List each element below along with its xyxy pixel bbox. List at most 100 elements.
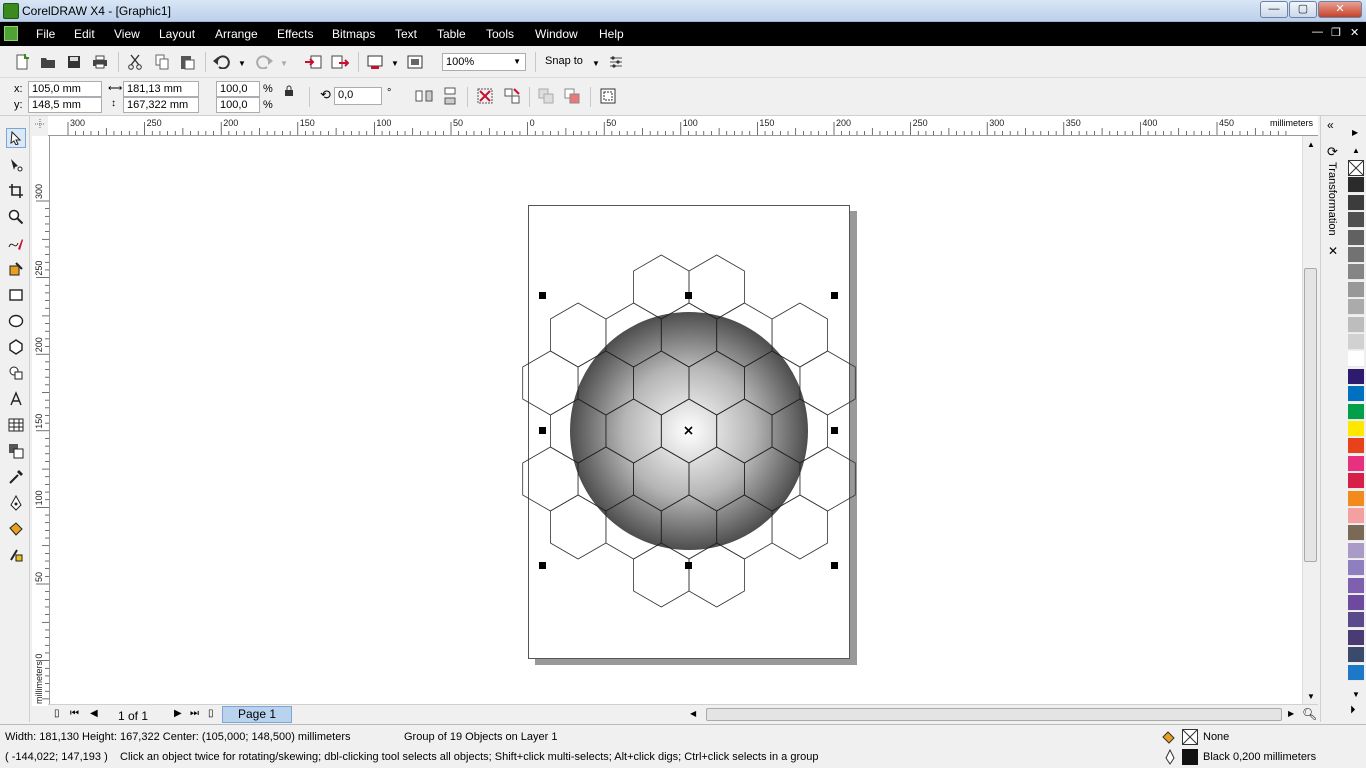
interactive-fill-tool-icon[interactable] (6, 545, 26, 565)
options-icon[interactable] (607, 53, 625, 71)
menu-file[interactable]: File (36, 27, 55, 41)
navigator-zoom-icon[interactable]: 🔍︎ (1302, 707, 1317, 721)
undo-dropdown-icon[interactable]: ▼ (238, 59, 246, 68)
outline-tool-icon[interactable] (6, 493, 26, 513)
menu-table[interactable]: Table (437, 27, 466, 41)
group-icon[interactable] (476, 87, 494, 105)
scroll-down-arrow-icon[interactable]: ▼ (1307, 692, 1315, 701)
drawing-canvas[interactable] (50, 136, 1302, 706)
copy-icon[interactable] (153, 53, 171, 71)
text-tool-icon[interactable] (6, 389, 26, 409)
welcome-screen-icon[interactable] (406, 53, 424, 71)
add-page-after-icon[interactable]: ▯ (208, 708, 214, 719)
redo-icon[interactable] (255, 53, 273, 71)
color-swatch[interactable] (1348, 647, 1364, 664)
rectangle-tool-icon[interactable] (6, 285, 26, 305)
width-input[interactable]: 181,13 mm (123, 81, 199, 97)
menu-window[interactable]: Window (535, 27, 578, 41)
maximize-button[interactable]: ▢ (1289, 1, 1317, 18)
doc-minimize-button[interactable]: — (1312, 26, 1323, 38)
scroll-up-arrow-icon[interactable]: ▲ (1307, 140, 1315, 149)
palette-down-arrow-icon[interactable]: ▼ (1352, 690, 1360, 699)
previous-page-icon[interactable]: ◀ (90, 708, 98, 719)
zoom-tool-icon[interactable] (6, 207, 26, 227)
polygon-tool-icon[interactable] (6, 337, 26, 357)
palette-up-arrow-icon[interactable]: ▲ (1352, 146, 1360, 155)
scale-y-input[interactable]: 100,0 (216, 97, 260, 113)
scroll-left-arrow-icon[interactable]: ◀ (690, 709, 696, 718)
basic-shapes-tool-icon[interactable] (6, 363, 26, 383)
align-distribute-icon[interactable] (599, 87, 617, 105)
open-folder-icon[interactable] (39, 53, 57, 71)
add-page-before-icon[interactable]: ▯ (54, 708, 60, 719)
launcher-dropdown-icon[interactable]: ▼ (391, 59, 399, 68)
ruler-origin[interactable] (32, 116, 48, 136)
color-swatch[interactable] (1348, 455, 1364, 472)
docker-collapse-icon[interactable]: « (1327, 118, 1334, 132)
zoom-dropdown-icon[interactable]: ▼ (513, 54, 521, 70)
menu-edit[interactable]: Edit (74, 27, 95, 41)
color-swatch[interactable] (1348, 664, 1364, 681)
menu-help[interactable]: Help (599, 27, 624, 41)
application-launcher-icon[interactable] (366, 53, 384, 71)
menu-text[interactable]: Text (395, 27, 417, 41)
color-swatch[interactable] (1348, 542, 1364, 559)
menu-bitmaps[interactable]: Bitmaps (332, 27, 375, 41)
menu-view[interactable]: View (114, 27, 140, 41)
color-swatch[interactable] (1348, 473, 1364, 490)
outline-color-swatch[interactable] (1182, 749, 1198, 765)
shape-tool-icon[interactable] (6, 155, 26, 175)
doc-restore-button[interactable]: ❐ (1331, 26, 1341, 39)
color-swatch[interactable] (1348, 490, 1364, 507)
scale-x-input[interactable]: 100,0 (216, 81, 260, 97)
cut-icon[interactable] (126, 53, 144, 71)
snap-to-dropdown-icon[interactable]: ▼ (592, 59, 600, 68)
color-swatch[interactable] (1348, 560, 1364, 577)
x-position-input[interactable]: 105,0 mm (28, 81, 102, 97)
ellipse-tool-icon[interactable] (6, 311, 26, 331)
export-icon[interactable] (331, 53, 349, 71)
color-swatch[interactable] (1348, 316, 1364, 333)
y-position-input[interactable]: 148,5 mm (28, 97, 102, 113)
scroll-right-arrow-icon[interactable]: ▶ (1288, 709, 1294, 718)
color-swatch[interactable] (1348, 177, 1364, 194)
color-swatch[interactable] (1348, 264, 1364, 281)
smart-fill-tool-icon[interactable] (6, 259, 26, 279)
minimize-button[interactable]: — (1260, 1, 1288, 18)
interactive-blend-tool-icon[interactable] (6, 441, 26, 461)
color-swatch[interactable] (1348, 229, 1364, 246)
no-fill-swatch[interactable] (1182, 729, 1198, 745)
color-swatch[interactable] (1348, 438, 1364, 455)
doc-close-button[interactable]: ✕ (1350, 26, 1359, 39)
mirror-horizontal-icon[interactable] (415, 87, 433, 105)
menu-layout[interactable]: Layout (159, 27, 195, 41)
fill-tool-icon[interactable] (6, 519, 26, 539)
color-swatch[interactable] (1348, 281, 1364, 298)
vertical-ruler[interactable]: 300 250 200 150 100 50 0 millimeters (32, 136, 50, 706)
break-apart-icon[interactable] (563, 87, 581, 105)
print-icon[interactable] (91, 53, 109, 71)
ungroup-icon[interactable] (503, 87, 521, 105)
freehand-tool-icon[interactable] (6, 233, 26, 253)
combine-icon[interactable] (537, 87, 555, 105)
color-swatch[interactable] (1348, 368, 1364, 385)
paste-icon[interactable] (178, 53, 196, 71)
save-icon[interactable] (65, 53, 83, 71)
height-input[interactable]: 167,322 mm (123, 97, 199, 113)
menu-effects[interactable]: Effects (277, 27, 313, 41)
menu-tools[interactable]: Tools (486, 27, 514, 41)
menu-arrange[interactable]: Arrange (215, 27, 258, 41)
color-swatch[interactable] (1348, 629, 1364, 646)
import-icon[interactable] (305, 53, 323, 71)
snap-to-label[interactable]: Snap to (545, 55, 583, 67)
vertical-scrollbar[interactable]: ▲ ▼ (1302, 136, 1318, 706)
next-page-icon[interactable]: ▶ (174, 708, 182, 719)
color-swatch[interactable] (1348, 334, 1364, 350)
color-swatch[interactable] (1348, 525, 1364, 542)
first-page-icon[interactable]: ⏮ (70, 708, 79, 719)
color-swatch[interactable] (1348, 212, 1364, 229)
horizontal-scroll-thumb[interactable] (706, 708, 1282, 721)
color-swatch[interactable] (1348, 194, 1364, 211)
table-tool-icon[interactable] (6, 415, 26, 435)
vertical-scroll-thumb[interactable] (1304, 268, 1317, 562)
